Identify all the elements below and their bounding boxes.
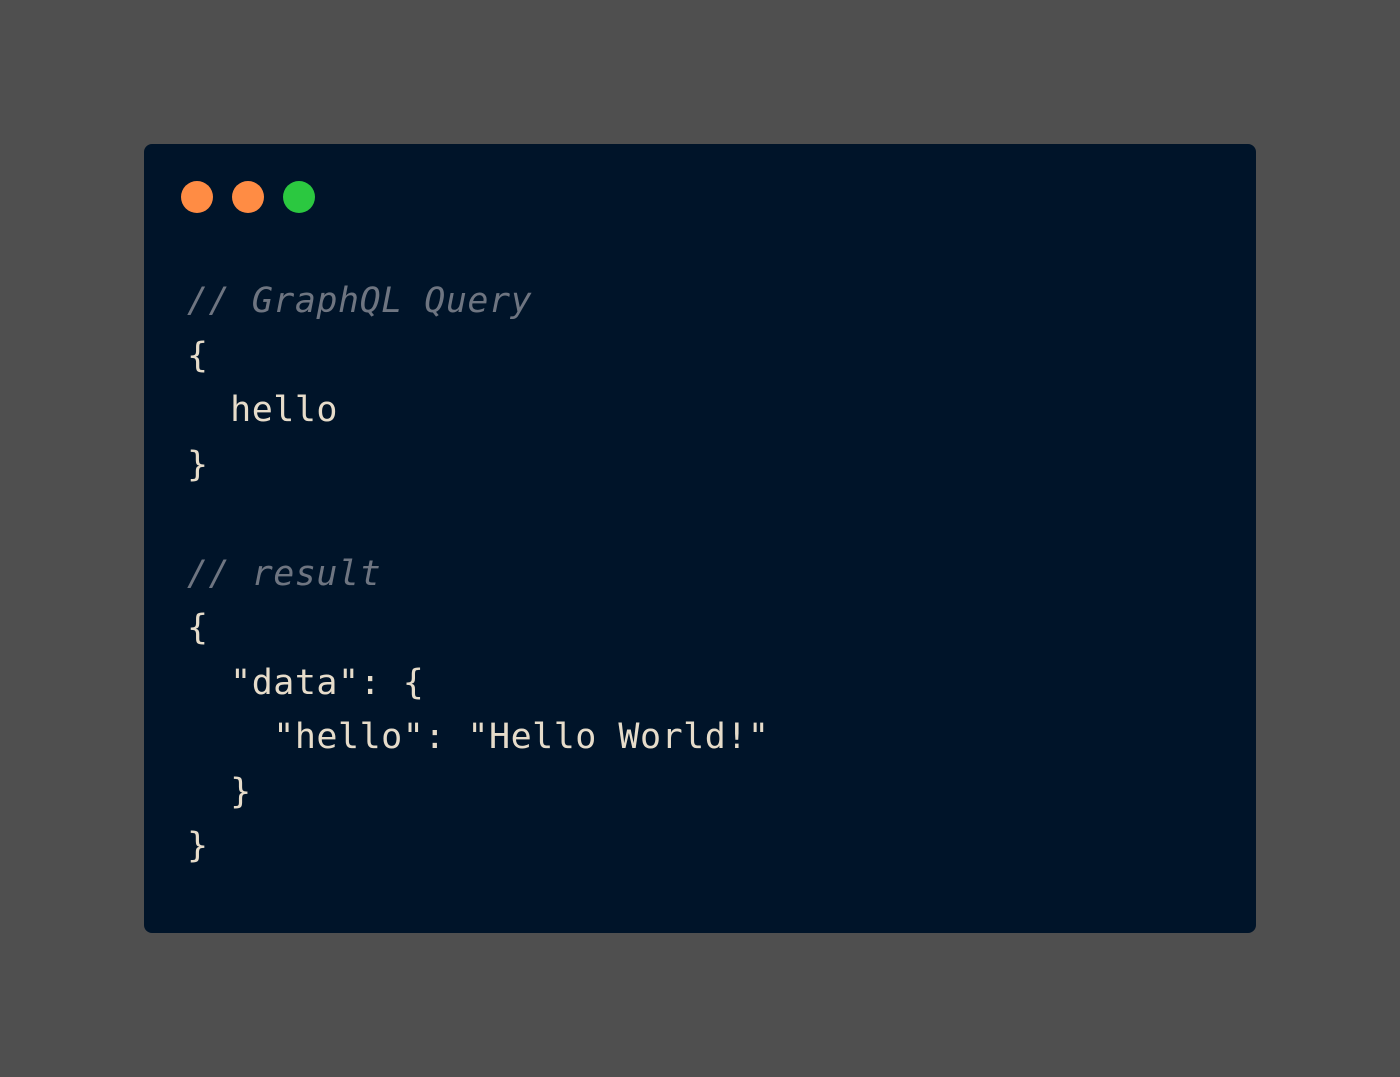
code-line: } [187,771,252,812]
code-comment: // GraphQL Query [187,281,533,321]
code-block: // GraphQL Query { hello } // result { "… [187,274,769,874]
code-line: } [187,826,209,866]
minimize-button[interactable] [232,181,264,213]
code-line: } [187,444,209,485]
code-window: // GraphQL Query { hello } // result { "… [144,144,1256,933]
close-button[interactable] [181,181,213,213]
maximize-button[interactable] [283,181,315,213]
code-line: "hello": "Hello World!" [187,717,770,757]
window-controls [181,181,315,213]
code-line: "data": { [187,662,425,703]
code-line: hello [187,390,339,430]
code-comment: // result [187,553,382,594]
code-line: { [187,335,209,376]
code-line: { [187,608,209,648]
